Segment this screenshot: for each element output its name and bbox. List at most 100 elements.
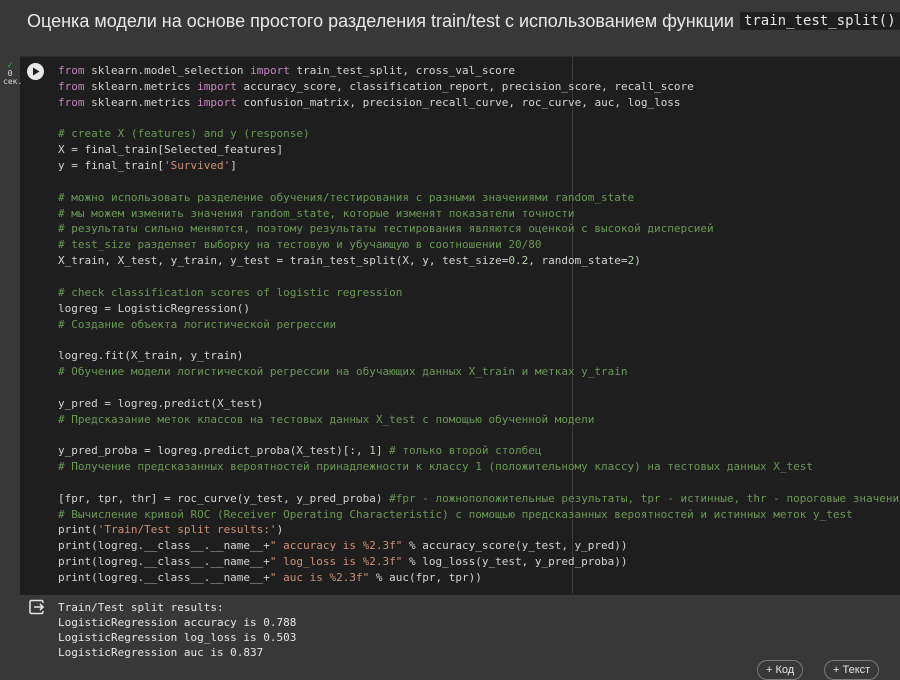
execution-time-unit: сек.: [3, 77, 23, 86]
code-token: logreg.fit(X_train, y_train): [58, 349, 244, 363]
play-circle-icon: [32, 67, 39, 76]
code-line: from sklearn.model_selection import trai…: [58, 63, 898, 79]
code-line: y_pred_proba = logreg.predict_proba(X_te…: [58, 443, 898, 459]
code-line: y_pred = logreg.predict(X_test): [58, 396, 898, 412]
code-token: # Получение предсказанных вероятностей п…: [58, 460, 813, 474]
code-token: y_pred_proba = logreg.predict_proba(X_te…: [58, 444, 370, 458]
code-token: sklearn.metrics: [84, 79, 198, 93]
output-line: LogisticRegression auc is 0.837: [58, 646, 264, 659]
code-token: logreg = LogisticRegression(): [58, 301, 251, 315]
output-line: Train/Test split results:: [58, 601, 224, 614]
code-token: # мы можем изменить значения random_stat…: [58, 206, 575, 220]
code-token: # только второй столбец: [389, 444, 542, 458]
code-token: #fpr - ложноположительные результаты, tp…: [389, 491, 900, 505]
code-token: sklearn.model_selection: [84, 64, 251, 77]
code-token: # test_size разделяет выборку на тестову…: [58, 238, 542, 252]
code-line: logreg = LogisticRegression(): [58, 301, 898, 317]
code-line: # Вычисление кривой ROC (Receiver Operat…: [58, 507, 898, 523]
code-token: # check classification scores of logisti…: [58, 285, 403, 299]
code-line: logreg.fit(X_train, y_train): [58, 348, 898, 364]
code-line: # Получение предсказанных вероятностей п…: [58, 459, 898, 475]
code-token: # результаты сильно меняются, поэтому ре…: [58, 222, 714, 236]
code-token: import: [197, 95, 237, 109]
code-token: 'Train/Test split results:': [97, 523, 277, 537]
code-token: y_pred = logreg.predict(X_test): [58, 396, 264, 410]
code-line: # Обучение модели логистической регресси…: [58, 364, 898, 380]
code-token: y = final_train[: [58, 159, 164, 173]
code-line: from sklearn.metrics import accuracy_sco…: [58, 79, 898, 95]
code-token: confusion_matrix, precision_recall_curve…: [236, 95, 681, 109]
code-token: , random_state=: [528, 254, 628, 268]
output-redirect-icon[interactable]: [29, 599, 46, 615]
code-token: # можно использовать разделение обучения…: [58, 190, 635, 204]
output-line: LogisticRegression log_loss is 0.503: [58, 631, 297, 644]
code-line: # можно использовать разделение обучения…: [58, 190, 898, 206]
code-token: sklearn.metrics: [84, 95, 198, 109]
code-token: % auc(fpr, tpr)): [369, 571, 482, 584]
code-line: X = final_train[Selected_features]: [58, 142, 898, 158]
code-line: # create X (features) and y (response): [58, 126, 898, 142]
code-line: [fpr, tpr, thr] = roc_curve(y_test, y_pr…: [58, 491, 900, 507]
code-token: import: [250, 64, 290, 77]
code-token: # Обучение модели логистической регресси…: [58, 365, 628, 379]
code-token: X_train, X_test, y_train, y_test = train…: [58, 254, 509, 268]
code-token: print(logreg.__class__.__name__+: [58, 539, 270, 553]
code-token: # Создание объекта логистической регресс…: [58, 317, 337, 331]
code-token: ): [634, 254, 641, 268]
code-token: 'Survived': [163, 159, 231, 173]
code-token: import: [197, 79, 237, 93]
code-line: y = final_train['Survived']: [58, 158, 898, 174]
code-token: train_test_split, cross_val_score: [289, 64, 515, 77]
code-line: # Предсказание меток классов на тестовых…: [58, 412, 898, 428]
code-token: # create X (features) and y (response): [58, 127, 310, 141]
code-token: 1: [369, 444, 376, 458]
code-token: from: [58, 95, 85, 109]
code-token: from: [58, 64, 85, 77]
code-token: print(logreg.__class__.__name__+: [58, 571, 270, 584]
section-heading-text: Оценка модели на основе простого разделе…: [27, 10, 734, 31]
code-token: from: [58, 79, 85, 93]
code-line: print(logreg.__class__.__name__+" log_lo…: [58, 554, 898, 570]
code-line: X_train, X_test, y_train, y_test = train…: [58, 253, 898, 269]
output-line: LogisticRegression accuracy is 0.788: [58, 616, 297, 629]
code-token: print(logreg.__class__.__name__+: [58, 555, 270, 569]
code-line: # Создание объекта логистической регресс…: [58, 317, 898, 333]
code-token: # Вычисление кривой ROC (Receiver Operat…: [58, 507, 853, 521]
code-line: # check classification scores of logisti…: [58, 285, 898, 301]
cell-output: Train/Test split results: LogisticRegress…: [58, 600, 296, 660]
code-token: accuracy_score, classification_report, p…: [236, 79, 694, 93]
code-token: X = final_train[Selected_features]: [58, 143, 284, 157]
add-text-cell-button[interactable]: + Текст: [824, 660, 880, 680]
code-line: print('Train/Test split results:'): [58, 522, 898, 538]
code-line: # результаты сильно меняются, поэтому ре…: [58, 221, 898, 237]
code-token: % accuracy_score(y_test, y_pred)): [402, 539, 628, 553]
section-heading: Оценка модели на основе простого разделе…: [27, 8, 900, 34]
code-token: % log_loss(y_test, y_pred_proba)): [402, 555, 628, 569]
code-line: # test_size разделяет выборку на тестову…: [58, 237, 898, 253]
section-heading-code: train_test_split(): [739, 12, 900, 30]
code-token: # Предсказание меток классов на тестовых…: [58, 412, 595, 426]
code-token: " log_loss is %2.3f": [269, 555, 403, 569]
cell-execution-status: ✓ 0 сек.: [3, 61, 23, 86]
code-token: [fpr, tpr, thr] = roc_curve(y_test, y_pr…: [58, 491, 390, 505]
code-line: print(logreg.__class__.__name__+" accura…: [58, 538, 898, 554]
code-token: " accuracy is %2.3f": [269, 539, 403, 553]
code-token: ]: [230, 159, 237, 173]
code-editor[interactable]: from sklearn.model_selection import trai…: [58, 63, 900, 586]
add-code-cell-button[interactable]: + Код: [757, 660, 804, 680]
code-line: from sklearn.metrics import confusion_ma…: [58, 95, 898, 111]
code-token: " auc is %2.3f": [269, 571, 370, 584]
code-token: 0.2: [508, 254, 529, 268]
code-token: ]: [375, 444, 390, 458]
code-line: # мы можем изменить значения random_stat…: [58, 206, 898, 222]
run-cell-button[interactable]: [27, 63, 44, 80]
code-token: ): [276, 523, 284, 537]
code-line: print(logreg.__class__.__name__+" auc is…: [58, 570, 898, 586]
